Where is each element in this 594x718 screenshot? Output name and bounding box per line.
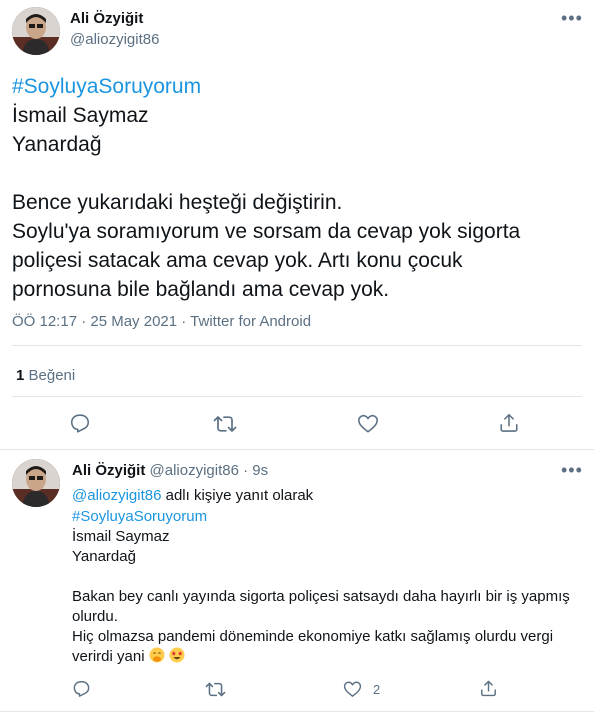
- replying-to: @aliozyigit86 adlı kişiye yanıt olarak: [72, 486, 313, 506]
- share-button[interactable]: [498, 412, 520, 434]
- likes-label: Beğeni: [28, 367, 76, 384]
- retweet-button[interactable]: [213, 413, 237, 435]
- retweet-icon: [205, 682, 226, 697]
- reply-line: Bakan bey canlı yayında sigorta poliçesi…: [72, 588, 570, 605]
- author-name[interactable]: Ali Özyiğit: [70, 10, 143, 27]
- reply-line: olurdu.: [72, 608, 118, 625]
- star-struck-icon: [169, 647, 185, 663]
- reply-share-button[interactable]: [479, 679, 498, 698]
- reply-author-name[interactable]: Ali Özyiğit: [72, 462, 145, 479]
- likes-stat[interactable]: 1 Beğeni: [16, 367, 75, 384]
- heart-icon: [358, 414, 378, 433]
- section-divider: [0, 449, 594, 450]
- avatar-image: [12, 459, 60, 507]
- replying-to-handle[interactable]: @aliozyigit86: [72, 487, 161, 504]
- reply-line: Yanardağ: [72, 548, 136, 565]
- retweet-icon: [213, 416, 237, 432]
- tweet-timestamp[interactable]: ÖÖ 12:17 · 25 May 2021 · Twitter for And…: [12, 313, 311, 330]
- section-divider: [0, 711, 594, 712]
- author-handle[interactable]: @aliozyigit86: [70, 31, 159, 48]
- reply-button[interactable]: [69, 412, 91, 434]
- reply-like-count: 2: [373, 681, 381, 697]
- reply-time[interactable]: · 9s: [243, 462, 268, 479]
- tweet-line: Yanardağ: [12, 133, 102, 156]
- reply-author-avatar[interactable]: [12, 459, 60, 507]
- reply-last-line: verirdi yani: [72, 647, 572, 667]
- reply-more-options-icon[interactable]: •••: [561, 461, 583, 479]
- reply-author-handle[interactable]: @aliozyigit86: [150, 462, 239, 479]
- reply-icon: [70, 414, 90, 433]
- reply-reply-button[interactable]: [72, 679, 91, 698]
- divider: [12, 345, 582, 346]
- heart-icon: [343, 681, 362, 697]
- reply-like-button[interactable]: 2: [343, 680, 380, 698]
- reply-line: verirdi yani: [72, 648, 145, 665]
- replying-to-suffix: adlı kişiye yanıt olarak: [165, 487, 314, 504]
- share-icon: [500, 413, 518, 432]
- tweet-body: #SoyluyaSoruyorum İsmail Saymaz Yanardağ…: [12, 72, 582, 304]
- avatar-image: [12, 7, 60, 55]
- face-with-hand-over-mouth-icon: [149, 647, 165, 663]
- reply-header: Ali Özyiğit @aliozyigit86 · 9s: [72, 462, 268, 479]
- share-icon: [481, 680, 496, 697]
- reply-blank-line: [72, 567, 572, 587]
- tweet-line: pornosuna bile bağlandı ama cevap yok.: [12, 278, 390, 301]
- like-button[interactable]: [357, 413, 379, 434]
- tweet-line: poliçesi satacak ama cevap yok. Artı kon…: [12, 249, 463, 272]
- author-avatar[interactable]: [12, 7, 60, 55]
- likes-count: 1: [16, 367, 25, 384]
- reply-hashtag[interactable]: #SoyluyaSoruyorum: [72, 507, 572, 527]
- tweet-hashtag[interactable]: #SoyluyaSoruyorum: [12, 72, 582, 101]
- tweet-line: Soylu'ya soramıyorum ve sorsam da cevap …: [12, 220, 521, 243]
- reply-retweet-button[interactable]: [205, 680, 226, 699]
- reply-line: İsmail Saymaz: [72, 528, 170, 545]
- reply-line: Hiç olmazsa pandemi döneminde ekonomiye …: [72, 628, 554, 645]
- divider: [12, 396, 582, 397]
- reply-body: #SoyluyaSoruyorum İsmail Saymaz Yanardağ…: [72, 507, 572, 667]
- tweet-line: İsmail Saymaz: [12, 104, 149, 127]
- more-options-icon[interactable]: •••: [561, 9, 583, 27]
- reply-icon: [73, 681, 90, 697]
- tweet-line: Bence yukarıdaki heşteği değiştirin.: [12, 191, 343, 214]
